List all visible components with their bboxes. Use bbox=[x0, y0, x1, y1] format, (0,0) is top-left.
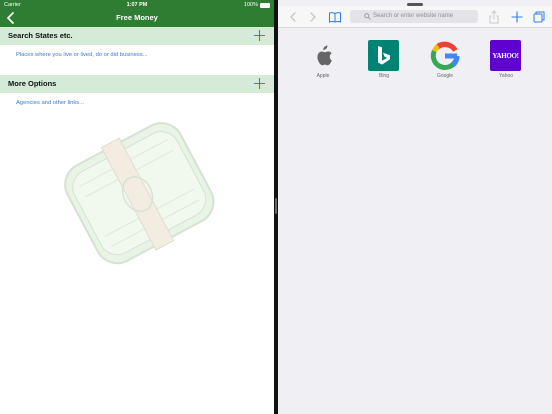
safari-browser: Search or enter website name Apple Bing … bbox=[278, 0, 552, 414]
favorite-label: Apple bbox=[316, 73, 330, 79]
back-arrow-icon[interactable] bbox=[286, 10, 300, 24]
search-icon bbox=[364, 13, 371, 20]
free-money-app: Carrier 1:07 PM 100% Free Money Search S… bbox=[0, 0, 274, 414]
add-icon[interactable] bbox=[253, 29, 266, 42]
favorite-label: Google bbox=[436, 73, 454, 79]
places-link[interactable]: Places where you live or lived, do or di… bbox=[16, 52, 147, 58]
split-view-screen: Carrier 1:07 PM 100% Free Money Search S… bbox=[0, 0, 552, 414]
browser-toolbar: Search or enter website name bbox=[278, 6, 552, 28]
google-logo-icon bbox=[429, 40, 460, 71]
add-icon[interactable] bbox=[253, 77, 266, 90]
battery-indicator: 100% bbox=[244, 2, 270, 8]
section-header-more-options[interactable]: More Options bbox=[0, 75, 274, 93]
url-placeholder: Search or enter website name bbox=[373, 13, 454, 19]
url-bar[interactable]: Search or enter website name bbox=[350, 10, 478, 23]
favorite-yahoo[interactable]: YAHOO! Yahoo bbox=[490, 40, 522, 79]
apple-logo-icon bbox=[307, 40, 338, 71]
battery-percent: 100% bbox=[243, 2, 258, 8]
bookmarks-icon[interactable] bbox=[328, 10, 342, 24]
forward-arrow-icon[interactable] bbox=[306, 10, 320, 24]
favorite-bing[interactable]: Bing bbox=[368, 40, 400, 79]
favorite-label: Yahoo bbox=[498, 73, 514, 79]
favorite-label: Bing bbox=[378, 73, 389, 79]
favorite-google[interactable]: Google bbox=[429, 40, 461, 79]
share-icon[interactable] bbox=[487, 10, 501, 24]
yahoo-wordmark: YAHOO! bbox=[492, 51, 519, 60]
section-header-search-states[interactable]: Search States etc. bbox=[0, 27, 274, 45]
new-tab-plus-icon[interactable] bbox=[510, 10, 524, 24]
status-time: 1:07 PM bbox=[126, 2, 148, 8]
money-roll-image bbox=[64, 122, 215, 265]
tabs-overview-icon[interactable] bbox=[532, 10, 546, 24]
favorite-apple[interactable]: Apple bbox=[307, 40, 339, 79]
status-bar: Carrier 1:07 PM 100% bbox=[0, 0, 274, 10]
divider-handle[interactable] bbox=[275, 198, 277, 214]
battery-icon bbox=[260, 2, 270, 8]
yahoo-logo-icon: YAHOO! bbox=[490, 40, 521, 71]
section-title: More Options bbox=[8, 79, 57, 88]
page-title: Free Money bbox=[116, 13, 158, 22]
section-title: Search States etc. bbox=[8, 31, 73, 40]
bing-logo-icon bbox=[368, 40, 399, 71]
nav-bar: Free Money bbox=[0, 10, 274, 27]
